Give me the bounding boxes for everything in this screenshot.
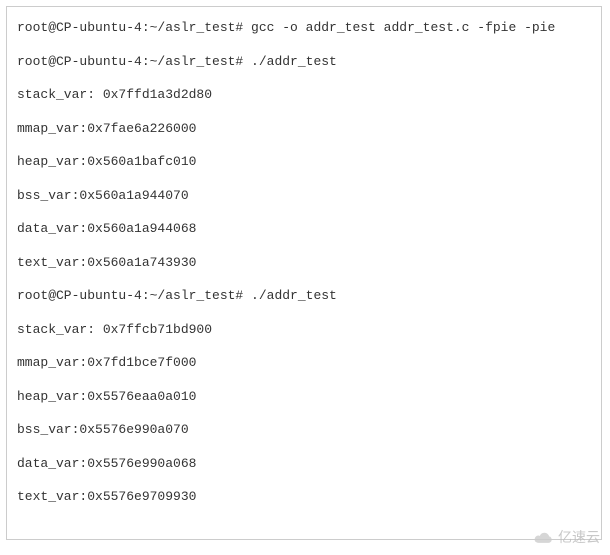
terminal-output-box: root@CP-ubuntu-4:~/aslr_test# gcc -o add… [6, 6, 602, 540]
terminal-line: root@CP-ubuntu-4:~/aslr_test# ./addr_tes… [17, 55, 591, 68]
terminal-line: bss_var:0x5576e990a070 [17, 423, 591, 436]
cloud-icon [532, 530, 554, 544]
terminal-line: root@CP-ubuntu-4:~/aslr_test# gcc -o add… [17, 21, 591, 34]
terminal-line: bss_var:0x560a1a944070 [17, 189, 591, 202]
terminal-line: data_var:0x560a1a944068 [17, 222, 591, 235]
terminal-line: text_var:0x560a1a743930 [17, 256, 591, 269]
watermark-text: 亿速云 [558, 527, 600, 547]
terminal-line: root@CP-ubuntu-4:~/aslr_test# ./addr_tes… [17, 289, 591, 302]
terminal-line: mmap_var:0x7fd1bce7f000 [17, 356, 591, 369]
terminal-line: stack_var: 0x7ffcb71bd900 [17, 323, 591, 336]
terminal-line: text_var:0x5576e9709930 [17, 490, 591, 503]
terminal-line: stack_var: 0x7ffd1a3d2d80 [17, 88, 591, 101]
terminal-line: heap_var:0x560a1bafc010 [17, 155, 591, 168]
terminal-line: heap_var:0x5576eaa0a010 [17, 390, 591, 403]
terminal-line: data_var:0x5576e990a068 [17, 457, 591, 470]
terminal-line: mmap_var:0x7fae6a226000 [17, 122, 591, 135]
watermark: 亿速云 [532, 527, 600, 547]
